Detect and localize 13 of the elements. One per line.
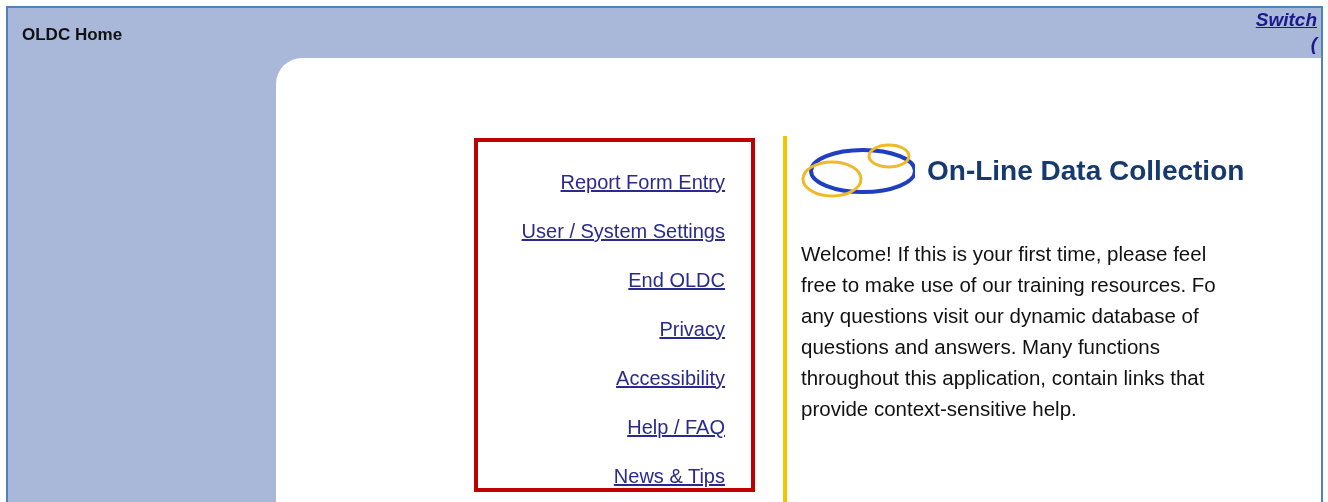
nav-link[interactable]: Privacy [654,305,725,354]
nav-link[interactable]: User / System Settings [516,207,725,256]
page-title: OLDC Home [22,24,123,46]
nav-link[interactable]: Report Form Entry [555,158,725,207]
ellipses-logo-icon [801,142,915,200]
switch-link-fragment[interactable]: ( [1310,33,1317,54]
welcome-text: Welcome! If this is your first time, please feel free to make use of our training resources. Fo any questions visit our dynamic database of questions and answers. Many functions throughout this application, contain links that provide context-sensitive help. [801,241,1217,422]
app-title: On-Line Data Collection [927,154,1245,188]
nav-link[interactable]: End OLDC [623,256,725,305]
nav-link[interactable]: Accessibility [611,354,725,403]
switch-link[interactable]: Switch [1255,9,1317,30]
nav-link[interactable]: News & Tips [608,452,725,501]
nav-link[interactable]: Help / FAQ [622,403,725,452]
